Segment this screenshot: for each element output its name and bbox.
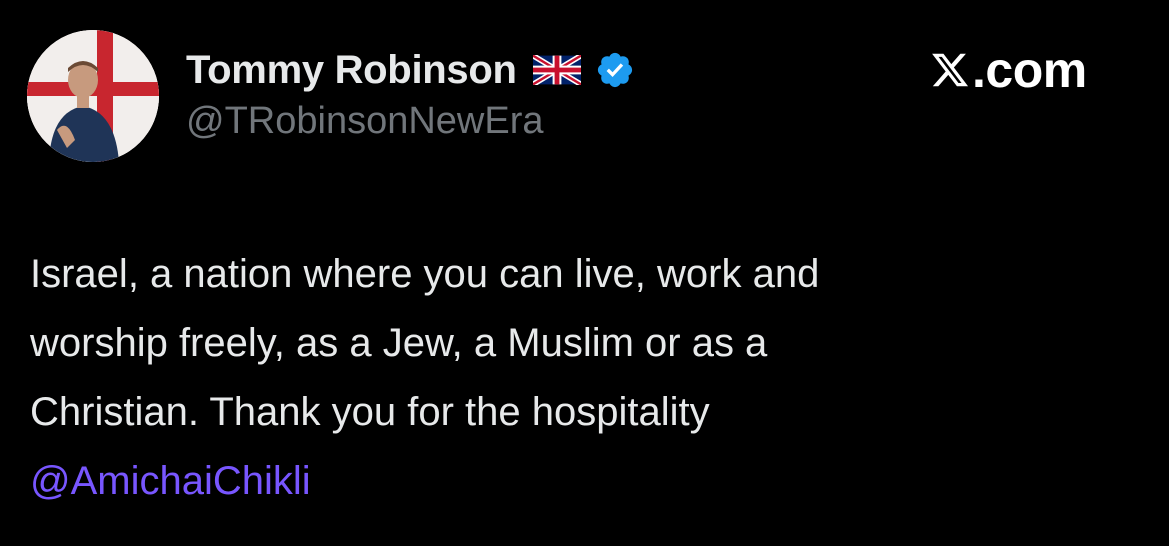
tweet-text: Israel, a nation where you can live, wor… [30,240,1130,516]
brand-domain-text: .com [972,42,1087,98]
avatar[interactable] [27,30,159,162]
uk-flag-icon [531,53,583,87]
mention-link[interactable]: @AmichaiChikli [30,447,1130,516]
user-handle[interactable]: @TRobinsonNewEra [186,100,544,143]
brand-watermark: .com [930,42,1087,98]
tweet-text-line: Israel, a nation where you can live, wor… [30,252,820,296]
tweet-text-line: Christian. Thank you for the hospitality [30,390,710,434]
verified-badge-icon [595,50,635,90]
author-header: Tommy Robinson [186,46,635,94]
display-name[interactable]: Tommy Robinson [186,48,517,93]
x-logo-icon [930,48,970,92]
tweet-text-line: worship freely, as a Jew, a Muslim or as… [30,321,768,365]
avatar-photo [27,30,159,162]
